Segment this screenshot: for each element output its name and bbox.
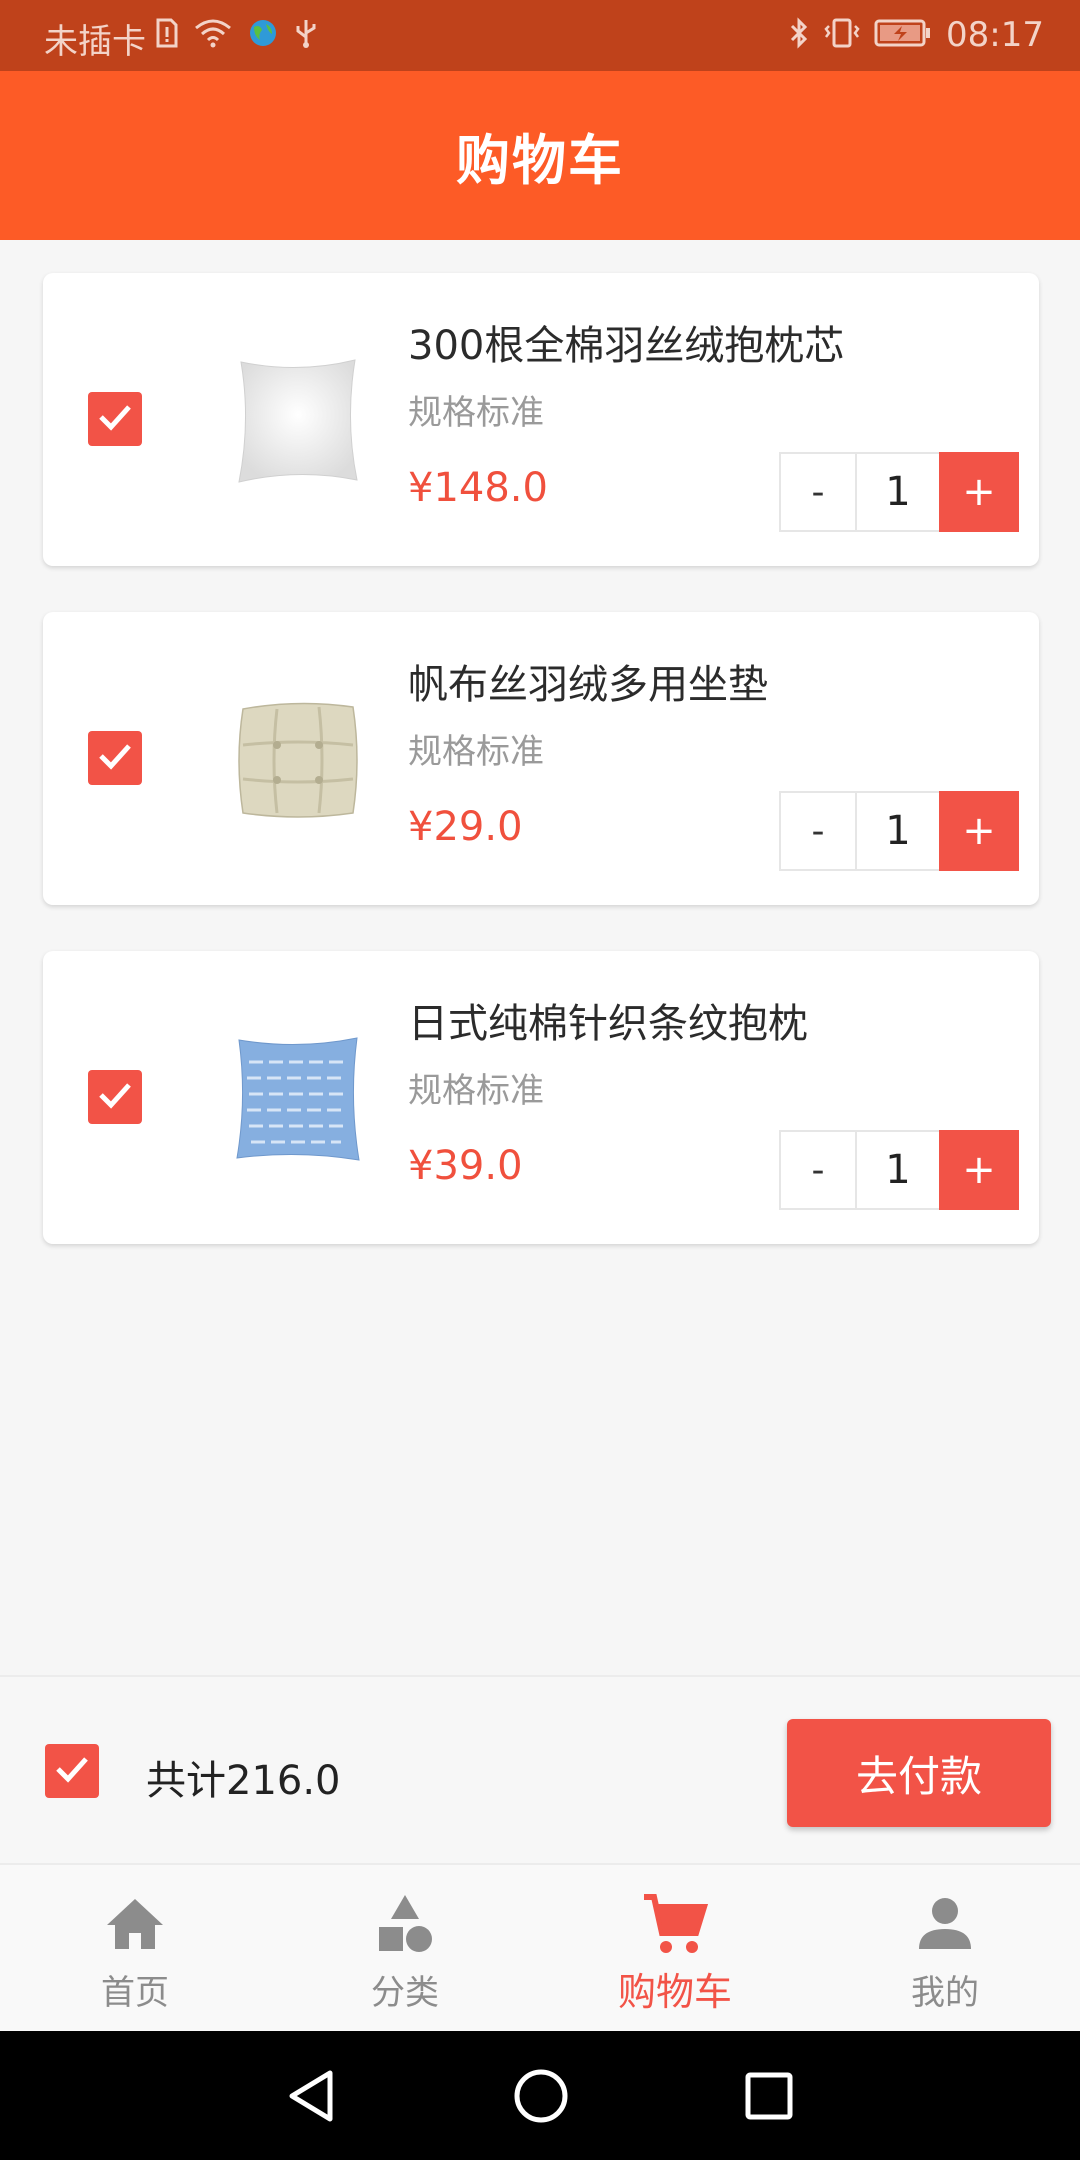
checkmark-icon bbox=[97, 1080, 133, 1114]
cart-item: 300根全棉羽丝绒抱枕芯 规格标准 ¥148.0 - 1 + bbox=[43, 273, 1039, 566]
bluetooth-icon bbox=[788, 17, 810, 53]
clock-text: 08:17 bbox=[946, 15, 1044, 55]
cart-item: 日式纯棉针织条纹抱枕 规格标准 ¥39.0 - 1 + bbox=[43, 951, 1039, 1244]
product-price: ¥148.0 bbox=[408, 465, 548, 511]
product-price: ¥29.0 bbox=[408, 804, 523, 850]
decrease-button[interactable]: - bbox=[779, 452, 857, 532]
checkout-bar: 共计216.0 去付款 bbox=[0, 1675, 1080, 1863]
page-title: 购物车 bbox=[456, 129, 624, 192]
status-bar: 未插卡 08:17 bbox=[0, 0, 1080, 71]
product-image[interactable] bbox=[218, 341, 378, 501]
product-name[interactable]: 300根全棉羽丝绒抱枕芯 bbox=[408, 313, 844, 371]
tab-profile[interactable]: 我的 bbox=[810, 1865, 1080, 2033]
product-spec: 规格标准 bbox=[408, 732, 544, 772]
increase-button[interactable]: + bbox=[939, 1130, 1019, 1210]
decrease-button[interactable]: - bbox=[779, 791, 857, 871]
checkmark-icon bbox=[97, 741, 133, 775]
checkout-button[interactable]: 去付款 bbox=[787, 1719, 1051, 1827]
product-name[interactable]: 帆布丝羽绒多用坐垫 bbox=[408, 652, 768, 710]
checkmark-icon bbox=[97, 402, 133, 436]
usb-icon bbox=[294, 17, 318, 53]
system-nav-bar bbox=[0, 2031, 1080, 2160]
category-icon bbox=[375, 1891, 435, 1957]
increase-button[interactable]: + bbox=[939, 791, 1019, 871]
decrease-button[interactable]: - bbox=[779, 1130, 857, 1210]
cart-icon bbox=[642, 1891, 708, 1957]
product-price: ¥39.0 bbox=[408, 1143, 523, 1189]
quantity-value: 1 bbox=[857, 791, 939, 871]
quantity-stepper: - 1 + bbox=[779, 452, 1019, 532]
vibrate-icon bbox=[824, 17, 860, 53]
tab-label: 分类 bbox=[371, 1973, 439, 2013]
tab-label: 购物车 bbox=[617, 1970, 732, 2014]
app-header: 购物车 bbox=[0, 71, 1080, 240]
wifi-icon bbox=[194, 18, 232, 52]
sim-icon bbox=[156, 18, 178, 52]
item-checkbox[interactable] bbox=[88, 731, 142, 785]
home-circle-icon[interactable] bbox=[506, 2061, 576, 2131]
tab-label: 我的 bbox=[911, 1973, 979, 2013]
tab-label: 首页 bbox=[101, 1973, 169, 2013]
select-all-checkbox[interactable] bbox=[45, 1744, 99, 1798]
total-price: 共计216.0 bbox=[146, 1758, 341, 1804]
back-icon[interactable] bbox=[276, 2061, 346, 2131]
product-name[interactable]: 日式纯棉针织条纹抱枕 bbox=[408, 991, 808, 1049]
product-image[interactable] bbox=[218, 1019, 378, 1179]
tab-home[interactable]: 首页 bbox=[0, 1865, 270, 2033]
status-icons-left bbox=[156, 14, 318, 56]
status-icons-right: 08:17 bbox=[788, 14, 1044, 56]
blue-striped-pillow-image bbox=[236, 1037, 360, 1161]
increase-button[interactable]: + bbox=[939, 452, 1019, 532]
person-icon bbox=[917, 1891, 973, 1957]
item-checkbox[interactable] bbox=[88, 1070, 142, 1124]
product-spec: 规格标准 bbox=[408, 1071, 544, 1111]
bottom-tab-bar: 首页 分类 购物车 我的 bbox=[0, 1863, 1080, 2031]
checkmark-icon bbox=[54, 1754, 90, 1788]
beige-cushion-image bbox=[238, 702, 358, 818]
tab-cart[interactable]: 购物车 bbox=[540, 1865, 810, 2033]
product-spec: 规格标准 bbox=[408, 393, 544, 433]
home-icon bbox=[105, 1891, 165, 1957]
product-image[interactable] bbox=[218, 680, 378, 840]
battery-icon bbox=[874, 18, 932, 52]
globe-icon bbox=[248, 18, 278, 52]
quantity-value: 1 bbox=[857, 1130, 939, 1210]
recents-icon[interactable] bbox=[734, 2061, 804, 2131]
quantity-stepper: - 1 + bbox=[779, 1130, 1019, 1210]
quantity-stepper: - 1 + bbox=[779, 791, 1019, 871]
carrier-text: 未插卡 bbox=[44, 22, 146, 62]
quantity-value: 1 bbox=[857, 452, 939, 532]
item-checkbox[interactable] bbox=[88, 392, 142, 446]
tab-category[interactable]: 分类 bbox=[270, 1865, 540, 2033]
white-pillow-image bbox=[238, 359, 358, 483]
cart-item: 帆布丝羽绒多用坐垫 规格标准 ¥29.0 - 1 + bbox=[43, 612, 1039, 905]
